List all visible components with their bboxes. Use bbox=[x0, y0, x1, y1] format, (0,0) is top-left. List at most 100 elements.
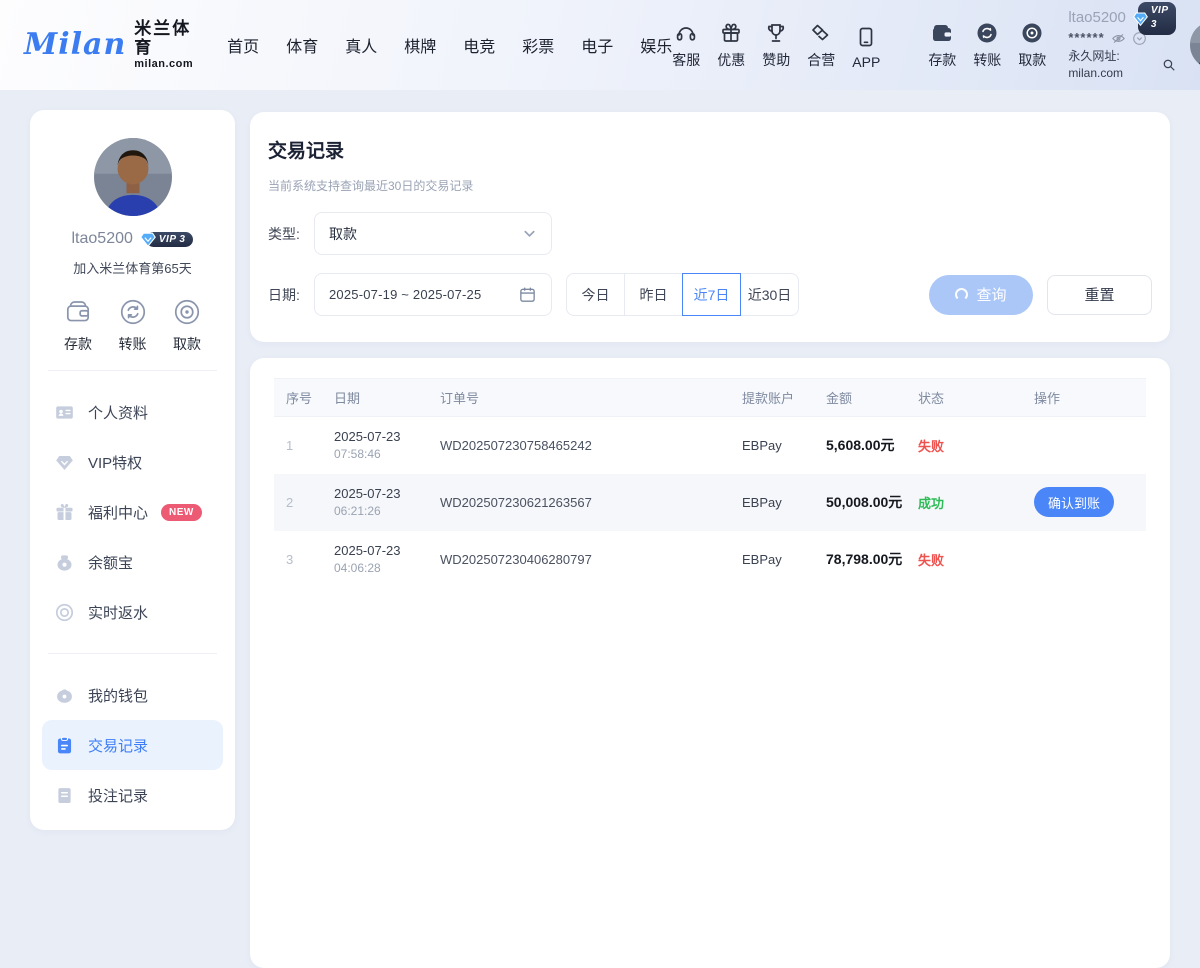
user-info-block: ltao5200 VIP 3 ****** 永久网址: milan.com bbox=[1068, 7, 1176, 82]
permanent-url-label: 永久网址: milan.com bbox=[1068, 48, 1159, 83]
vip-diamond-icon bbox=[1132, 10, 1149, 27]
brand-logo[interactable]: Milan 米兰体育 milan.com bbox=[24, 20, 193, 69]
row-action-cell bbox=[1022, 531, 1146, 588]
sidebar-item-vip[interactable]: VIP特权 bbox=[42, 437, 223, 487]
nav-slots[interactable]: 电子 bbox=[581, 33, 613, 57]
header-action-promo[interactable]: 优惠 bbox=[717, 21, 745, 70]
range-7days-button[interactable]: 近7日 bbox=[682, 273, 741, 316]
profile-vip-badge: VIP 3 bbox=[139, 231, 194, 247]
row-index: 3 bbox=[274, 531, 322, 588]
magnifier-icon[interactable] bbox=[1162, 58, 1176, 72]
nav-lottery[interactable]: 彩票 bbox=[522, 33, 554, 57]
row-datetime: 2025-07-23 06:21:26 bbox=[322, 474, 428, 531]
nav-esports[interactable]: 电竞 bbox=[463, 33, 495, 57]
filter-actions: 查询 重置 bbox=[929, 275, 1152, 315]
sidebar-item-transactions[interactable]: 交易记录 bbox=[42, 720, 223, 770]
row-amount: 5,608.00元 bbox=[814, 417, 906, 474]
withdraw-circle-icon bbox=[1020, 21, 1044, 45]
id-card-icon bbox=[54, 402, 75, 423]
type-select[interactable]: 取款 bbox=[314, 212, 552, 255]
date-filter-row: 日期: 2025-07-19 ~ 2025-07-25 今日 昨日 近7日 近3… bbox=[268, 273, 1152, 316]
header-action-transfer[interactable]: 转账 bbox=[973, 21, 1001, 70]
row-action-cell: 确认到账 bbox=[1022, 474, 1146, 531]
header-action-withdraw[interactable]: 取款 bbox=[1018, 21, 1046, 70]
user-avatar[interactable] bbox=[1190, 21, 1200, 69]
sidebar-item-bets[interactable]: 投注记录 bbox=[42, 770, 223, 820]
piggy-wallet-icon bbox=[54, 685, 75, 706]
quick-action-withdraw[interactable]: 取款 bbox=[161, 297, 213, 354]
type-label: 类型: bbox=[268, 224, 314, 244]
type-filter-row: 类型: 取款 bbox=[268, 212, 1152, 255]
date-range-input[interactable]: 2025-07-19 ~ 2025-07-25 bbox=[314, 273, 552, 316]
sidebar-item-rebate[interactable]: 实时返水 bbox=[42, 587, 223, 637]
sidebar-divider bbox=[48, 370, 217, 371]
header-action-sponsor[interactable]: 赞助 bbox=[762, 21, 790, 70]
date-range-value: 2025-07-19 ~ 2025-07-25 bbox=[329, 287, 481, 302]
sidebar-item-welfare[interactable]: 福利中心 NEW bbox=[42, 487, 223, 537]
wallet-filled-icon bbox=[930, 21, 954, 45]
sidebar-item-wallet[interactable]: 我的钱包 bbox=[42, 670, 223, 720]
transaction-record-icon bbox=[54, 735, 75, 756]
row-index: 1 bbox=[274, 417, 322, 474]
page-note: 当前系统支持查询最近30日的交易记录 bbox=[268, 177, 1152, 194]
range-yesterday-button[interactable]: 昨日 bbox=[624, 273, 683, 316]
status-badge: 失败 bbox=[906, 531, 1022, 588]
header-action-app[interactable]: APP bbox=[852, 25, 880, 70]
sidebar-item-profile[interactable]: 个人资料 bbox=[42, 387, 223, 437]
row-amount: 50,008.00元 bbox=[814, 474, 906, 531]
row-account: EBPay bbox=[730, 417, 814, 474]
trophy-icon bbox=[764, 21, 788, 45]
date-label: 日期: bbox=[268, 285, 314, 305]
table-row: 2 2025-07-23 06:21:26 WD2025072306212635… bbox=[274, 474, 1146, 531]
sidebar-menu-account: 个人资料 VIP特权 福利中心 NEW 余额宝 实时返水 bbox=[42, 387, 223, 637]
phone-icon bbox=[854, 25, 878, 49]
nav-sports[interactable]: 体育 bbox=[286, 33, 318, 57]
row-account: EBPay bbox=[730, 531, 814, 588]
profile-username: ltao5200 bbox=[72, 230, 133, 248]
top-header: Milan 米兰体育 milan.com 首页 体育 真人 棋牌 电竞 彩票 电… bbox=[0, 0, 1200, 90]
money-pot-icon bbox=[54, 552, 75, 573]
header-action-service[interactable]: 客服 bbox=[672, 21, 700, 70]
status-badge: 成功 bbox=[906, 474, 1022, 531]
diamond-icon bbox=[54, 452, 75, 473]
sidebar-item-yuebao[interactable]: 余额宝 bbox=[42, 537, 223, 587]
confirm-received-button[interactable]: 确认到账 bbox=[1034, 487, 1114, 517]
reset-button[interactable]: 重置 bbox=[1047, 275, 1152, 315]
filter-card: 交易记录 当前系统支持查询最近30日的交易记录 类型: 取款 日期: 2025-… bbox=[250, 112, 1170, 342]
transfer-outline-icon bbox=[118, 297, 148, 327]
date-quick-range-group: 今日 昨日 近7日 近30日 bbox=[566, 273, 799, 316]
withdraw-outline-icon bbox=[172, 297, 202, 327]
bet-record-icon bbox=[54, 785, 75, 806]
eye-off-icon[interactable] bbox=[1111, 31, 1126, 46]
col-header-amount: 金额 bbox=[814, 379, 906, 417]
nav-board-games[interactable]: 棋牌 bbox=[404, 33, 436, 57]
range-30days-button[interactable]: 近30日 bbox=[740, 273, 799, 316]
quick-action-transfer[interactable]: 转账 bbox=[107, 297, 159, 354]
username: ltao5200 bbox=[1068, 7, 1126, 29]
brand-domain: milan.com bbox=[134, 58, 193, 70]
header-action-partner[interactable]: 合营 bbox=[807, 21, 835, 70]
nav-home[interactable]: 首页 bbox=[227, 33, 259, 57]
gift-icon bbox=[719, 21, 743, 45]
row-order-number: WD202507230406280797 bbox=[428, 531, 730, 588]
row-datetime: 2025-07-23 07:58:46 bbox=[322, 417, 428, 474]
col-header-action: 操作 bbox=[1022, 379, 1146, 417]
loading-spinner-icon bbox=[955, 288, 968, 301]
account-sidebar: ltao5200 VIP 3 加入米兰体育第65天 存款 转账 取款 个人资料 … bbox=[30, 110, 235, 830]
sidebar-menu-records: 我的钱包 交易记录 投注记录 bbox=[42, 670, 223, 820]
table-row: 3 2025-07-23 04:06:28 WD2025072304062807… bbox=[274, 531, 1146, 588]
nav-live[interactable]: 真人 bbox=[345, 33, 377, 57]
type-select-value: 取款 bbox=[329, 224, 357, 244]
col-header-status: 状态 bbox=[906, 379, 1022, 417]
range-today-button[interactable]: 今日 bbox=[566, 273, 625, 316]
profile-avatar[interactable] bbox=[94, 138, 172, 216]
col-header-index: 序号 bbox=[274, 379, 322, 417]
quick-action-deposit[interactable]: 存款 bbox=[52, 297, 104, 354]
nav-entertainment[interactable]: 娱乐 bbox=[640, 33, 672, 57]
transfer-circle-icon bbox=[975, 21, 999, 45]
query-button[interactable]: 查询 bbox=[929, 275, 1033, 315]
vip-diamond-icon bbox=[139, 230, 157, 248]
new-badge: NEW bbox=[161, 504, 202, 521]
header-action-deposit[interactable]: 存款 bbox=[928, 21, 956, 70]
sidebar-divider bbox=[48, 653, 217, 654]
